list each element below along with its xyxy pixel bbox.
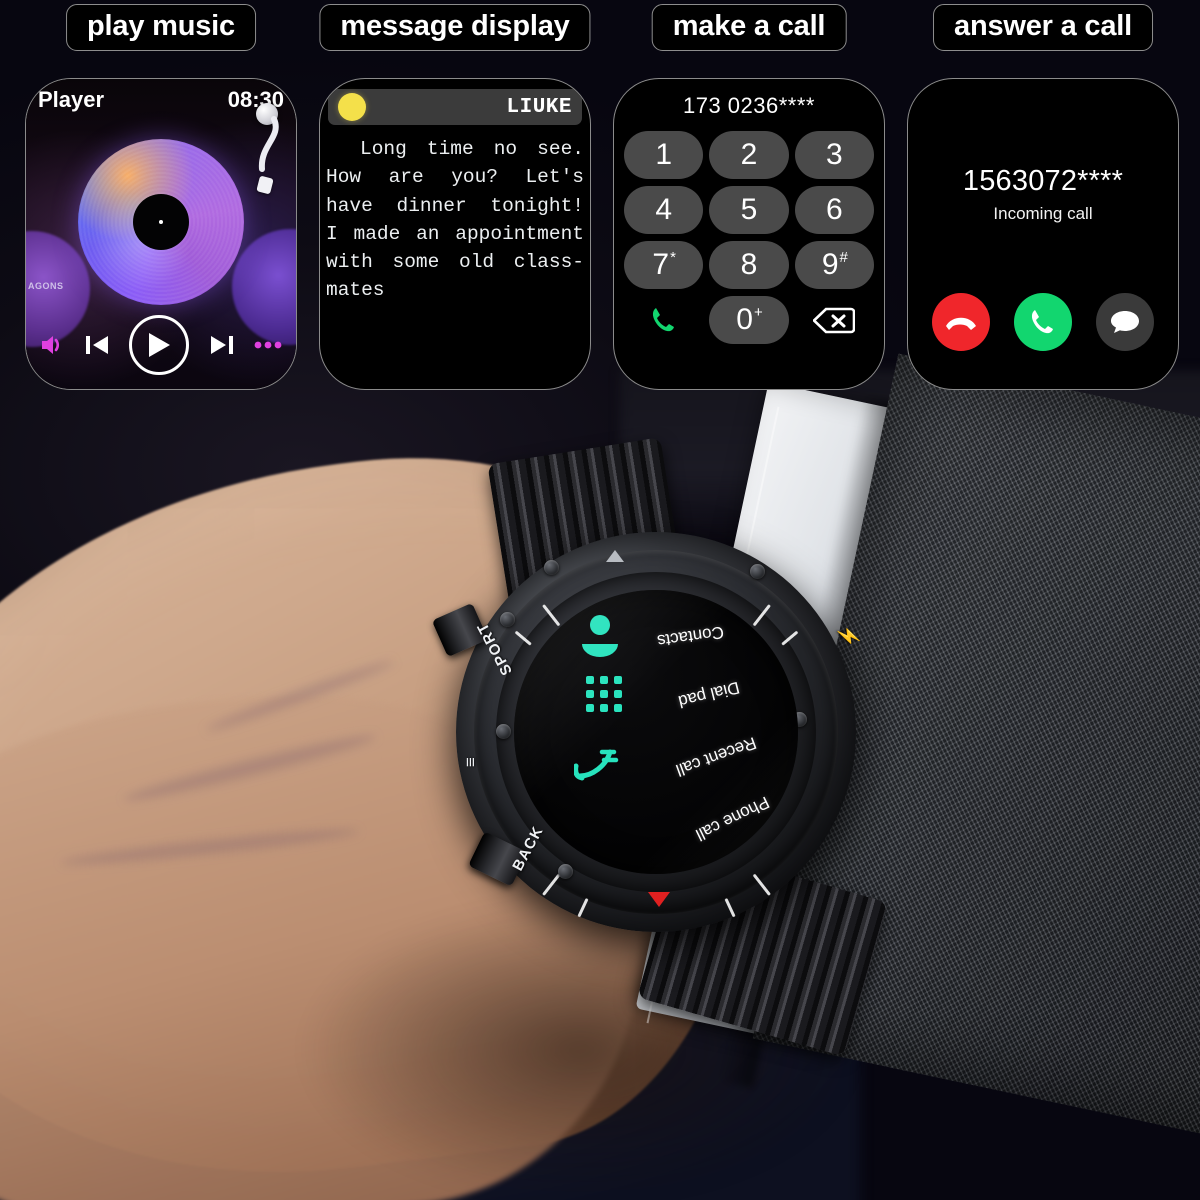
bezel-label-bolt: ⚡ bbox=[836, 623, 860, 651]
vinyl-record bbox=[78, 139, 244, 305]
dialpad-key-7[interactable]: 7 * bbox=[624, 241, 704, 289]
dialpad-grid-icon bbox=[586, 676, 622, 712]
tab-label: answer a call bbox=[954, 10, 1132, 42]
call-icon bbox=[652, 308, 674, 332]
dialpad-key-4[interactable]: 4 bbox=[624, 186, 704, 234]
watch-menu-item-phone-call[interactable]: Phone call bbox=[692, 792, 773, 845]
key-sub: + bbox=[753, 303, 763, 321]
key-digit: 6 bbox=[825, 193, 843, 226]
bezel-label-menu: ≡ bbox=[460, 757, 480, 767]
accept-call-button[interactable] bbox=[1014, 293, 1072, 351]
key-digit: 5 bbox=[740, 193, 758, 226]
watch-face-menu: Phone call Recent call Dial pad Contacts bbox=[514, 590, 798, 874]
screen-incoming-call: 1563072**** Incoming call bbox=[907, 78, 1179, 390]
album-art-left-text: AGONS bbox=[28, 281, 64, 291]
watch-menu-item-dial-pad[interactable]: Dial pad bbox=[676, 677, 741, 712]
screen-play-music: AGONS Player 08:30 bbox=[25, 78, 297, 390]
key-digit: 0 bbox=[736, 303, 753, 336]
backspace-icon bbox=[813, 307, 856, 333]
watch-menu-item-recent-call[interactable]: Recent call bbox=[673, 732, 759, 780]
smartwatch: SPORT BACK ⚡ ≡ Phone call Recent call Di… bbox=[431, 437, 890, 1060]
music-app-title: Player bbox=[38, 87, 105, 112]
dialed-number: 173 0236**** bbox=[682, 93, 815, 118]
play-button[interactable] bbox=[129, 315, 189, 375]
tab-make-a-call: make a call bbox=[651, 4, 847, 51]
panel-answer-a-call: answer a call 1563072**** Incoming call bbox=[898, 0, 1188, 398]
tab-label: play music bbox=[87, 10, 235, 42]
case-screw bbox=[544, 560, 559, 575]
play-icon bbox=[149, 333, 170, 357]
case-screw bbox=[496, 724, 511, 739]
dialpad-key-2[interactable]: 2 bbox=[709, 131, 789, 179]
next-track-icon[interactable] bbox=[209, 333, 235, 357]
call-status: Incoming call bbox=[993, 204, 1093, 223]
message-body: Long time no see. How are you? Let's hav… bbox=[326, 138, 584, 302]
case-screw bbox=[500, 612, 515, 627]
dialpad-key-6[interactable]: 6 bbox=[794, 186, 874, 234]
dialpad-keys: 1 2 3 4 5 6 7 * 8 9 # 0 + bbox=[624, 131, 874, 344]
bezel-marker-gray bbox=[606, 550, 624, 562]
case-screw bbox=[750, 564, 765, 579]
avatar bbox=[338, 93, 366, 121]
panel-make-a-call: make a call 173 0236**** 1 2 3 4 5 6 7 * … bbox=[604, 0, 894, 398]
vinyl-center-dot bbox=[159, 220, 163, 224]
dialpad-key-9[interactable]: 9 # bbox=[794, 241, 874, 289]
message-sender: LIUKE bbox=[506, 95, 572, 119]
tab-message-display: message display bbox=[319, 4, 591, 51]
dialpad-key-3[interactable]: 3 bbox=[794, 131, 874, 179]
feature-panels: play music AGONS Player 08:30 message di… bbox=[0, 0, 1200, 400]
message-header: LIUKE bbox=[328, 89, 582, 125]
dialpad-key-5[interactable]: 5 bbox=[709, 186, 789, 234]
key-sub: # bbox=[839, 248, 848, 266]
dialpad-key-1[interactable]: 1 bbox=[624, 131, 704, 179]
key-digit: 4 bbox=[655, 193, 672, 226]
message-reply-icon bbox=[1111, 311, 1139, 333]
dialpad-key-0[interactable]: 0 + bbox=[709, 296, 789, 344]
tab-answer-a-call: answer a call bbox=[933, 4, 1153, 51]
panel-message-display: message display LIUKE Long time no see. … bbox=[310, 0, 600, 398]
screen-dial-pad: 173 0236**** 1 2 3 4 5 6 7 * 8 9 # 0 + bbox=[613, 78, 885, 390]
screen-message-display: LIUKE Long time no see. How are you? Let… bbox=[319, 78, 591, 390]
key-digit: 9 bbox=[821, 248, 839, 281]
key-sub: * bbox=[670, 248, 676, 266]
key-digit: 3 bbox=[825, 138, 843, 171]
tab-label: make a call bbox=[672, 10, 826, 42]
accept-call-icon bbox=[1031, 310, 1053, 334]
decline-call-button[interactable] bbox=[932, 293, 990, 351]
key-digit: 8 bbox=[740, 248, 758, 281]
dialpad-key-8[interactable]: 8 bbox=[709, 241, 789, 289]
music-controls bbox=[26, 315, 296, 375]
contact-icon bbox=[582, 615, 618, 657]
dialpad-call-button[interactable] bbox=[624, 296, 703, 344]
volume-icon[interactable] bbox=[40, 334, 64, 356]
watch-menu-item-contacts[interactable]: Contacts bbox=[656, 621, 725, 650]
incoming-call-actions bbox=[908, 293, 1178, 351]
caller-number: 1563072**** bbox=[962, 165, 1124, 197]
dialpad-backspace-button[interactable] bbox=[795, 296, 874, 344]
key-digit: 2 bbox=[740, 138, 758, 171]
recent-call-icon bbox=[574, 749, 619, 781]
key-digit: 7 bbox=[652, 248, 670, 281]
bezel-marker-red bbox=[648, 892, 670, 907]
previous-track-icon[interactable] bbox=[84, 333, 110, 357]
watch-screen[interactable]: Phone call Recent call Dial pad Contacts bbox=[514, 590, 798, 874]
key-digit: 1 bbox=[655, 138, 672, 171]
more-options-icon[interactable] bbox=[254, 340, 282, 350]
tab-label: message display bbox=[340, 10, 570, 42]
panel-play-music: play music AGONS Player 08:30 bbox=[16, 0, 306, 398]
message-reply-button[interactable] bbox=[1096, 293, 1154, 351]
tab-play-music: play music bbox=[66, 4, 256, 51]
decline-call-icon bbox=[946, 317, 976, 330]
product-image: SPORT BACK ⚡ ≡ Phone call Recent call Di… bbox=[0, 0, 1200, 1200]
